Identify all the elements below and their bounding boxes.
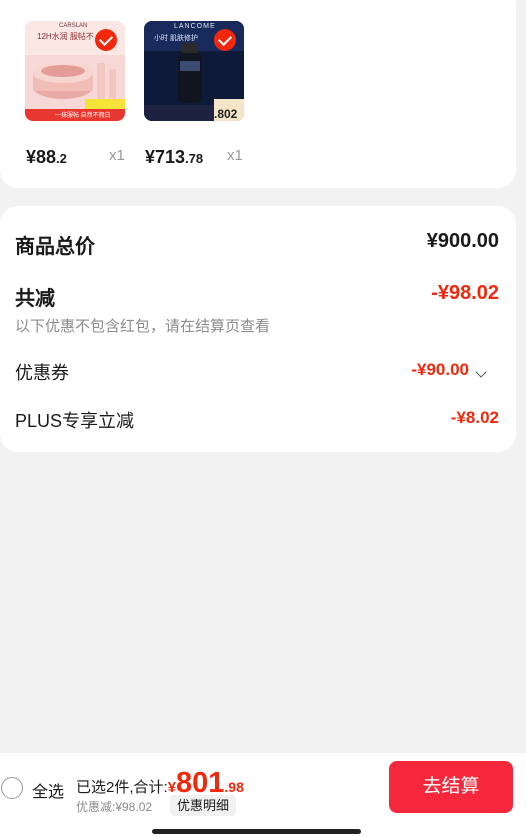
checkout-button[interactable]: 去结算 — [389, 761, 513, 813]
total-dec: .98 — [224, 779, 244, 795]
product-2-brand: LANCOME — [174, 23, 216, 30]
product-2-price: ¥713.78 — [145, 147, 203, 168]
select-all-label[interactable]: 全选 — [32, 778, 64, 802]
product-2-thumb-price: .802 — [214, 107, 238, 121]
products-card: CARSLAN 12H水润 服帖不 一抹服帖 自然不假白 LANCOME 小时 … — [0, 0, 516, 188]
product-1-brand: CARSLAN — [59, 23, 88, 29]
discount-detail-button[interactable]: 优惠明细 — [170, 795, 237, 816]
reduction-value: -¥98.02 — [431, 282, 499, 304]
price-dec: .78 — [185, 151, 204, 166]
select-all-radio[interactable] — [1, 777, 23, 799]
reduction-label: 共减 — [15, 288, 55, 310]
total-price-label: 商品总价 — [15, 236, 95, 258]
product-1-headline: 12H水润 服帖不 — [37, 32, 94, 41]
plus-discount-label: PLUS专享立减 — [15, 411, 135, 431]
total-price-value: ¥900.00 — [426, 230, 499, 252]
price-dec: .2 — [56, 151, 67, 166]
product-1-qty: x1 — [109, 147, 125, 164]
product-thumbnail-2[interactable]: LANCOME 小时 肌肤修护 .802 — [144, 21, 244, 121]
discount-amount: 优惠减:¥98.02 — [76, 800, 153, 814]
coupon-label[interactable]: 优惠券 — [15, 359, 69, 385]
checkout-bar: 全选 已选2件,合计:¥801.98 优惠减:¥98.02 优惠明细 去结算 — [0, 753, 526, 837]
product-2-qty: x1 — [227, 147, 243, 164]
price-int: 713 — [155, 147, 186, 167]
total-yen: ¥ — [167, 779, 177, 796]
home-indicator[interactable] — [152, 829, 361, 834]
coupon-value[interactable]: -¥90.00 — [411, 360, 469, 380]
yen-symbol: ¥ — [145, 147, 156, 167]
product-1-badge-text: 一抹服帖 自然不假白 — [55, 113, 111, 119]
price-summary-card: 商品总价 ¥900.00 共减 -¥98.02 以下优惠不包含红包，请在结算页查… — [0, 206, 516, 452]
discount-note: 以下优惠不包含红包，请在结算页查看 — [15, 318, 271, 335]
product-2-headline: 小时 肌肤修护 — [154, 35, 198, 42]
selected-check-icon[interactable] — [214, 29, 236, 51]
yen-symbol: ¥ — [26, 147, 37, 167]
chevron-down-icon[interactable] — [475, 366, 487, 378]
product-1-price: ¥88.2 — [26, 147, 67, 168]
plus-discount-value: -¥8.02 — [450, 408, 499, 427]
selected-check-icon[interactable] — [95, 29, 117, 51]
total-prefix: 已选2件,合计: — [76, 779, 168, 796]
price-int: 88 — [36, 147, 57, 167]
product-thumbnail-1[interactable]: CARSLAN 12H水润 服帖不 一抹服帖 自然不假白 — [25, 21, 125, 121]
